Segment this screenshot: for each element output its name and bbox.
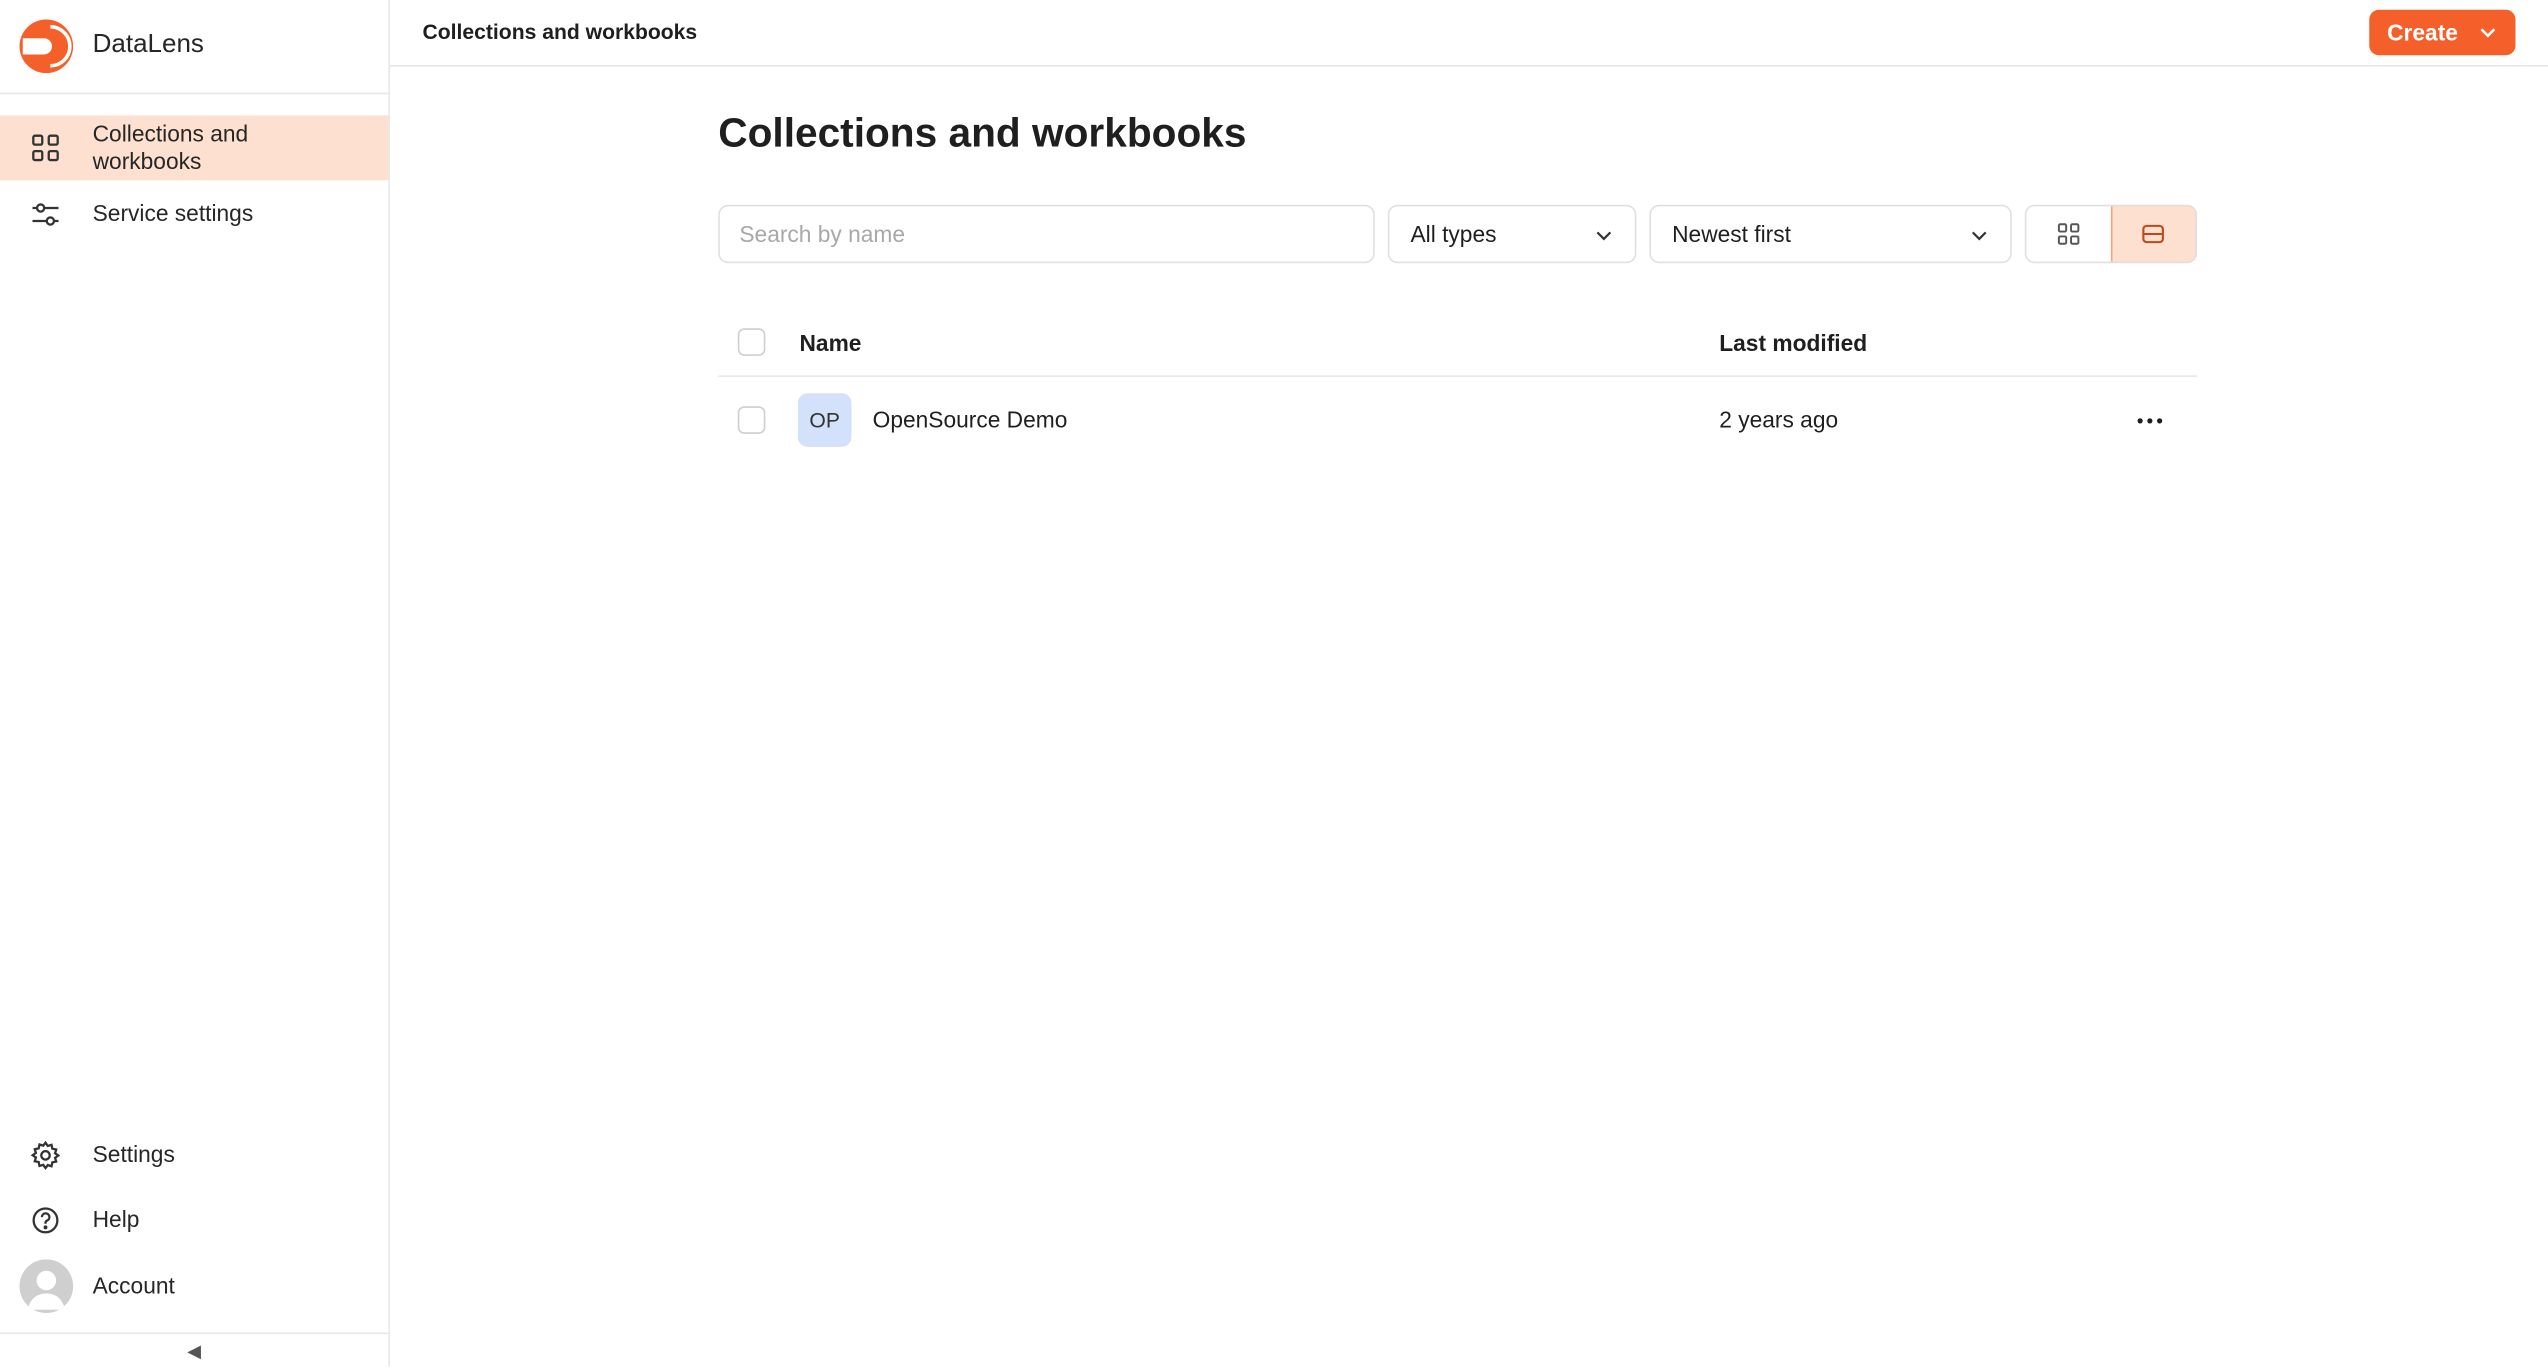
chevron-down-icon (1971, 231, 1987, 241)
row-name[interactable]: OpenSource Demo (873, 406, 1068, 432)
sidebar-item-label: Account (92, 1272, 175, 1299)
brand[interactable]: DataLens (0, 0, 389, 95)
sort-value: Newest first (1672, 221, 1791, 247)
workbook-badge: OP (797, 393, 852, 447)
sidebar: DataLens Collections and workbooks Servi… (0, 0, 390, 1367)
grid-view-button[interactable] (2026, 206, 2110, 261)
create-button[interactable]: Create (2369, 9, 2516, 56)
sidebar-item-service-settings[interactable]: Service settings (0, 192, 388, 238)
help-icon (32, 1207, 59, 1234)
sidebar-item-settings[interactable]: Settings (0, 1134, 388, 1176)
top-bar: Collections and workbooks Create (390, 0, 2548, 67)
create-button-label: Create (2387, 19, 2458, 46)
sidebar-item-label: Settings (92, 1140, 175, 1167)
sidebar-item-collections[interactable]: Collections and workbooks (0, 115, 389, 181)
page-title: Collections and workbooks (718, 110, 1247, 157)
sidebar-item-label: Help (92, 1205, 140, 1232)
avatar (19, 1259, 74, 1313)
column-header-last-modified[interactable]: Last modified (1719, 330, 1867, 356)
collapse-sidebar-button[interactable]: ◀ (0, 1332, 389, 1367)
collapse-arrow-icon: ◀ (187, 1341, 202, 1361)
view-mode-toggle (2024, 204, 2197, 264)
column-header-name[interactable]: Name (800, 330, 862, 356)
app-name: DataLens (92, 30, 204, 59)
chevron-down-icon (2480, 28, 2496, 38)
search-input[interactable] (718, 204, 1375, 264)
sidebar-item-label: Collections and workbooks (92, 120, 249, 174)
row-last-modified: 2 years ago (1719, 406, 1839, 433)
grid-icon (2057, 223, 2080, 245)
sidebar-item-account[interactable]: Account (0, 1259, 388, 1313)
list-view-icon (2143, 224, 2165, 244)
table-header: Name Last modified (718, 309, 2197, 377)
type-filter-select[interactable]: All types (1387, 204, 1637, 264)
chevron-down-icon (1596, 231, 1612, 241)
sidebar-item-help[interactable]: Help (0, 1199, 388, 1241)
workbooks-table: Name Last modified OP OpenSource Demo 2 … (718, 309, 2197, 465)
gear-icon (30, 1140, 61, 1170)
row-more-actions-button[interactable] (2129, 400, 2171, 442)
datalens-logo-icon (19, 19, 74, 74)
table-row[interactable]: OP OpenSource Demo 2 years ago (718, 377, 2197, 465)
more-horizontal-icon (2137, 418, 2163, 424)
sort-select[interactable]: Newest first (1649, 204, 2012, 264)
row-checkbox[interactable] (737, 406, 766, 434)
select-all-checkbox[interactable] (737, 328, 766, 356)
sliders-icon (32, 203, 59, 226)
user-icon (27, 1270, 65, 1310)
type-filter-value: All types (1410, 221, 1497, 247)
grid-icon (32, 134, 59, 162)
breadcrumb[interactable]: Collections and workbooks (423, 20, 698, 44)
list-view-button[interactable] (2110, 206, 2196, 262)
sidebar-item-label: Service settings (92, 199, 254, 226)
